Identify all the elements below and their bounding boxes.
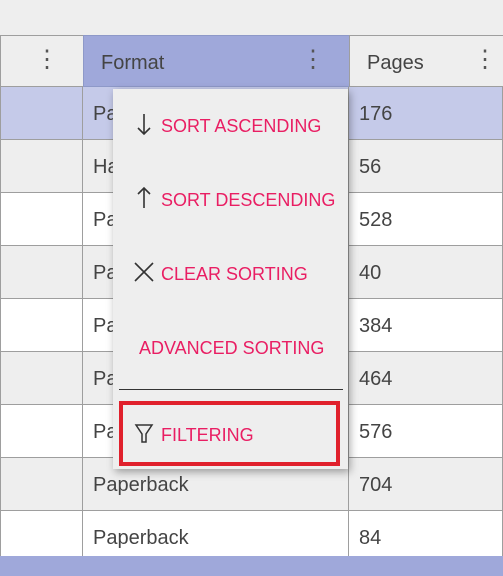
menu-item-label: SORT DESCENDING <box>161 190 336 210</box>
cell-text: 176 <box>359 103 393 125</box>
table-cell[interactable] <box>0 352 83 404</box>
cell-text: 464 <box>359 368 393 390</box>
column-context-menu: SORT ASCENDING SORT DESCENDING CLEAR SOR… <box>113 89 348 469</box>
column-header-label: Format <box>101 52 165 74</box>
cell-text: 40 <box>359 262 382 284</box>
arrow-down-icon <box>137 114 151 136</box>
table-cell[interactable] <box>0 87 83 139</box>
menu-divider <box>119 389 343 390</box>
table-cell[interactable] <box>0 299 83 351</box>
table-cell[interactable] <box>0 193 83 245</box>
table-cell[interactable]: 704 <box>349 458 503 510</box>
cell-text: Paperback <box>93 527 189 549</box>
close-icon <box>134 262 154 282</box>
menu-item-advanced-sorting[interactable]: ADVANCED SORTING <box>113 311 348 383</box>
menu-item-label: SORT ASCENDING <box>161 116 322 136</box>
cell-text: 384 <box>359 315 393 337</box>
cell-text: 528 <box>359 209 393 231</box>
menu-item-sort-ascending[interactable]: SORT ASCENDING <box>113 89 348 161</box>
table-footer <box>0 556 503 576</box>
table-cell[interactable] <box>0 246 83 298</box>
column-header-format[interactable]: Format ⋮ <box>83 35 349 87</box>
table-cell[interactable]: 464 <box>349 352 503 404</box>
table-cell[interactable]: 528 <box>349 193 503 245</box>
menu-item-label: CLEAR SORTING <box>161 264 308 284</box>
menu-item-label: FILTERING <box>161 425 254 445</box>
table-cell[interactable]: 576 <box>349 405 503 457</box>
table-cell[interactable]: 384 <box>349 299 503 351</box>
menu-item-label: ADVANCED SORTING <box>139 338 325 358</box>
arrow-up-icon <box>137 186 151 208</box>
menu-item-filtering[interactable]: FILTERING <box>113 397 348 469</box>
more-vert-icon[interactable]: ⋮ <box>473 48 497 72</box>
cell-text: Paperback <box>93 474 189 496</box>
menu-item-clear-sorting[interactable]: CLEAR SORTING <box>113 237 348 309</box>
table-cell[interactable]: 176 <box>349 87 503 139</box>
table-cell[interactable] <box>0 405 83 457</box>
table-cell[interactable] <box>0 458 83 510</box>
cell-text: 56 <box>359 156 382 178</box>
cell-text: 704 <box>359 474 393 496</box>
table-cell[interactable]: 56 <box>349 140 503 192</box>
table-cell[interactable] <box>0 140 83 192</box>
column-header-pages[interactable]: Pages ⋮ <box>349 35 503 87</box>
column-header-label: Pages <box>367 52 424 74</box>
table-cell[interactable]: 40 <box>349 246 503 298</box>
more-vert-icon[interactable]: ⋮ <box>301 48 325 72</box>
menu-item-sort-descending[interactable]: SORT DESCENDING <box>113 163 348 235</box>
column-header-0[interactable]: ⋮ <box>0 35 83 87</box>
cell-text: 84 <box>359 527 382 549</box>
filter-icon <box>134 424 154 443</box>
cell-text: 576 <box>359 421 393 443</box>
more-vert-icon[interactable]: ⋮ <box>35 48 59 72</box>
